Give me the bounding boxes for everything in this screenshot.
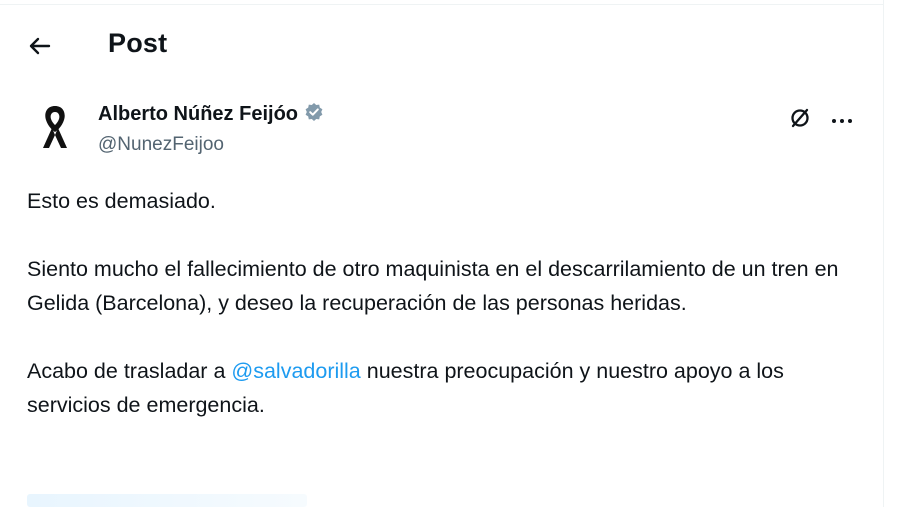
verified-badge-icon — [304, 102, 324, 127]
grok-button[interactable] — [784, 104, 816, 136]
mourning-ribbon-icon — [38, 102, 72, 157]
tweet-paragraph-2: Siento mucho el fallecimiento de otro ma… — [27, 257, 839, 315]
post-panel: Post Alberto Núñez Feijóo @NunezFeijoo E… — [0, 0, 884, 507]
author-name[interactable]: Alberto Núñez Feijóo — [98, 103, 298, 126]
author-handle[interactable]: @NunezFeijoo — [98, 134, 224, 156]
cut-off-content — [27, 494, 307, 507]
more-options-button[interactable] — [826, 104, 858, 136]
avatar[interactable] — [22, 96, 88, 162]
more-horizontal-icon — [831, 111, 853, 129]
tweet-paragraph-3-start: Acabo de trasladar a — [27, 359, 232, 383]
grok-icon — [788, 106, 812, 135]
mention-link[interactable]: @salvadorilla — [231, 359, 360, 383]
page-title: Post — [108, 28, 168, 58]
tweet-paragraph-3: Acabo de trasladar a @salvadorilla nuest… — [27, 354, 867, 422]
arrow-left-icon — [29, 37, 51, 60]
top-divider — [0, 4, 884, 5]
tweet-paragraph-1: Esto es demasiado. — [27, 189, 216, 213]
post-header: Post — [0, 8, 884, 82]
author-row: Alberto Núñez Feijóo @NunezFeijoo — [22, 92, 862, 162]
author-name-line: Alberto Núñez Feijóo — [98, 102, 324, 127]
back-button[interactable] — [22, 30, 58, 66]
tweet-text: Esto es demasiado. Siento mucho el falle… — [27, 184, 867, 456]
